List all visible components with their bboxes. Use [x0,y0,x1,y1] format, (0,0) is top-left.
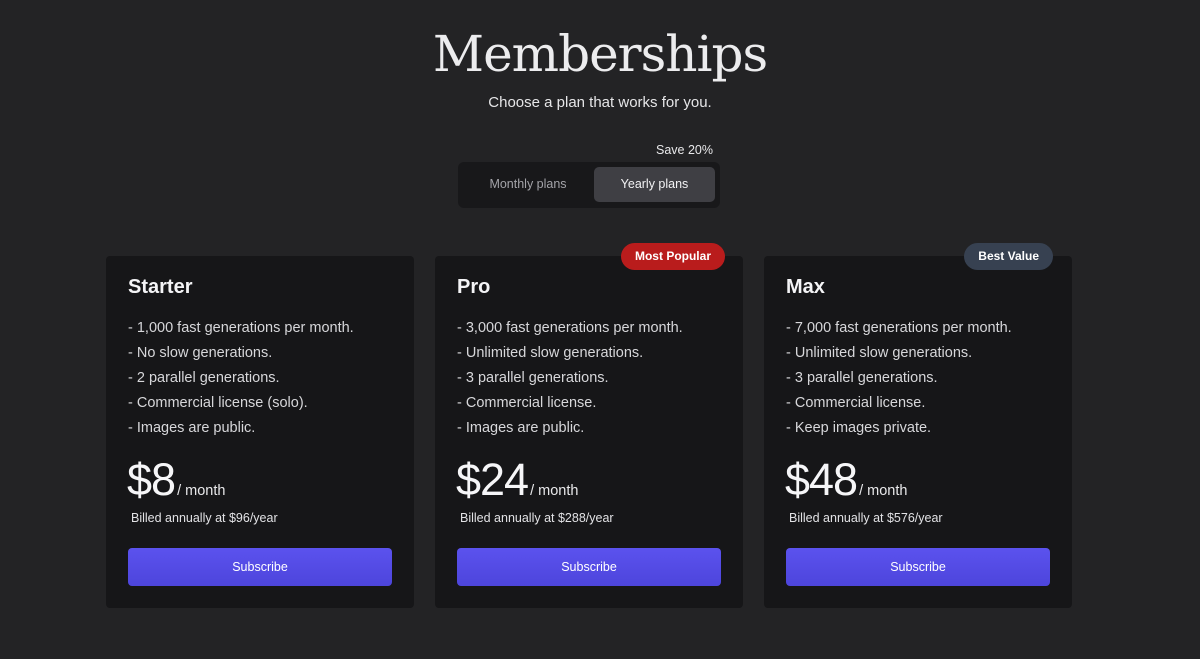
price-amount: $24 [456,454,529,505]
price-row: $24/ month [456,454,578,506]
price-period: / month [177,483,226,499]
billing-note: Billed annually at $288/year [460,511,614,525]
feature-item: - Images are public. [457,420,585,436]
feature-item: - 2 parallel generations. [128,370,280,386]
yearly-plans-tab[interactable]: Yearly plans [594,167,715,202]
feature-item: - Commercial license. [786,395,926,411]
subscribe-button-starter[interactable]: Subscribe [128,548,392,586]
feature-item: - Commercial license. [457,395,597,411]
plan-name: Pro [457,276,491,298]
price-row: $48/ month [785,454,907,506]
page-subtitle: Choose a plan that works for you. [488,94,712,111]
feature-item: - Unlimited slow generations. [786,345,973,361]
price-amount: $8 [127,454,176,505]
plan-name: Starter [128,276,193,298]
plan-card-max: Best Value Max - 7,000 fast generations … [764,243,1072,608]
feature-list: - 7,000 fast generations per month. - Un… [786,316,1012,441]
billing-toggle: Monthly plans Yearly plans [458,162,720,208]
most-popular-badge: Most Popular [620,243,725,270]
page-title: Memberships [432,25,768,83]
feature-item: - Images are public. [128,420,256,436]
feature-item: - 7,000 fast generations per month. [786,320,1012,336]
subscribe-button-pro[interactable]: Subscribe [457,548,721,586]
price-amount: $48 [785,454,858,505]
plan-name: Max [786,276,825,298]
feature-item: - Commercial license (solo). [128,395,308,411]
plan-card-pro: Most Popular Pro - 3,000 fast generation… [435,243,743,608]
feature-item: - Keep images private. [786,420,932,436]
billing-note: Billed annually at $576/year [789,511,943,525]
price-period: / month [530,483,579,499]
feature-item: - 3 parallel generations. [457,370,609,386]
feature-item: - 1,000 fast generations per month. [128,320,354,336]
feature-list: - 3,000 fast generations per month. - Un… [457,316,683,441]
feature-item: - No slow generations. [128,345,273,361]
feature-item: - 3 parallel generations. [786,370,938,386]
price-row: $8/ month [127,454,225,506]
monthly-plans-tab[interactable]: Monthly plans [463,167,593,202]
save-note: Save 20% [656,143,713,157]
feature-item: - Unlimited slow generations. [457,345,644,361]
feature-list: - 1,000 fast generations per month. - No… [128,316,354,441]
memberships-page: Memberships Choose a plan that works for… [0,0,1200,659]
plan-card-starter: Starter - 1,000 fast generations per mon… [106,256,414,608]
price-period: / month [859,483,908,499]
billing-note: Billed annually at $96/year [131,511,278,525]
best-value-badge: Best Value [964,243,1053,270]
feature-item: - 3,000 fast generations per month. [457,320,683,336]
subscribe-button-max[interactable]: Subscribe [786,548,1050,586]
